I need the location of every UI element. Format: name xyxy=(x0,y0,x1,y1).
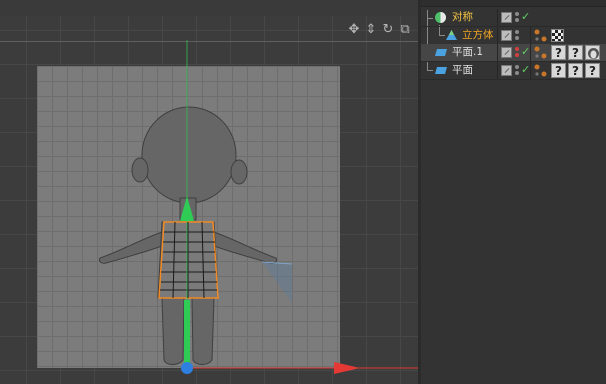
symmetry-icon xyxy=(434,11,447,27)
object-name[interactable]: 立方体 xyxy=(462,28,494,43)
unknown-tag-icon[interactable]: ? xyxy=(568,63,583,78)
unknown-tag-icon[interactable]: ? xyxy=(568,45,583,60)
layer-toggle[interactable] xyxy=(501,47,512,58)
column-separator xyxy=(530,27,531,44)
layer-toggle[interactable] xyxy=(501,65,512,76)
visibility-dots[interactable] xyxy=(515,46,520,59)
visibility-dots[interactable] xyxy=(515,64,520,77)
unknown-tag-icon[interactable]: ? xyxy=(585,63,600,78)
x-axis-arrow xyxy=(334,362,360,374)
layer-toggle[interactable] xyxy=(501,30,512,41)
material-tag-icon[interactable] xyxy=(585,45,600,60)
plane-icon xyxy=(434,64,448,80)
plane-handle xyxy=(262,262,292,302)
column-separator xyxy=(497,27,498,44)
column-separator xyxy=(497,9,498,26)
object-name[interactable]: 平面 xyxy=(452,63,473,78)
body-mesh xyxy=(158,221,219,299)
visibility-dots[interactable] xyxy=(515,11,520,24)
visibility-dots[interactable] xyxy=(515,29,520,42)
enabled-check-icon[interactable]: ✓ xyxy=(521,63,530,76)
phong-tag-icon[interactable] xyxy=(533,28,548,43)
viewport-perspective[interactable]: ✥ ⇕ ↻ ⧉ xyxy=(0,0,418,384)
object-manager: 对称 ✓ 立方体 平面.1 ✓ ? ? 平面 ✓ ? ? ? xyxy=(421,0,606,384)
y-axis-handle xyxy=(184,300,190,368)
scene-geometry xyxy=(99,40,418,374)
object-manager-menubar xyxy=(421,0,606,7)
object-row-plane[interactable]: 平面 ✓ ? ? ? xyxy=(421,62,606,80)
cube-icon xyxy=(445,29,458,45)
unknown-tag-icon[interactable]: ? xyxy=(551,45,566,60)
checker-tag-icon[interactable] xyxy=(551,29,564,42)
object-row-cube[interactable]: 立方体 xyxy=(421,27,606,45)
phong-tag-icon[interactable] xyxy=(533,63,548,78)
z-axis-origin xyxy=(181,362,193,374)
enabled-check-icon[interactable]: ✓ xyxy=(521,45,530,58)
column-separator xyxy=(530,62,531,79)
unknown-tag-icon[interactable]: ? xyxy=(551,63,566,78)
object-name[interactable]: 对称 xyxy=(452,10,473,25)
object-row-plane-1[interactable]: 平面.1 ✓ ? ? xyxy=(421,44,606,62)
enabled-check-icon[interactable]: ✓ xyxy=(521,10,530,23)
column-separator xyxy=(497,62,498,79)
object-name[interactable]: 平面.1 xyxy=(452,45,483,60)
column-separator xyxy=(497,44,498,61)
phong-tag-icon[interactable] xyxy=(533,45,548,60)
object-row-symmetry[interactable]: 对称 ✓ xyxy=(421,9,606,27)
layer-toggle[interactable] xyxy=(501,12,512,23)
column-separator xyxy=(530,44,531,61)
plane-icon xyxy=(434,46,448,62)
